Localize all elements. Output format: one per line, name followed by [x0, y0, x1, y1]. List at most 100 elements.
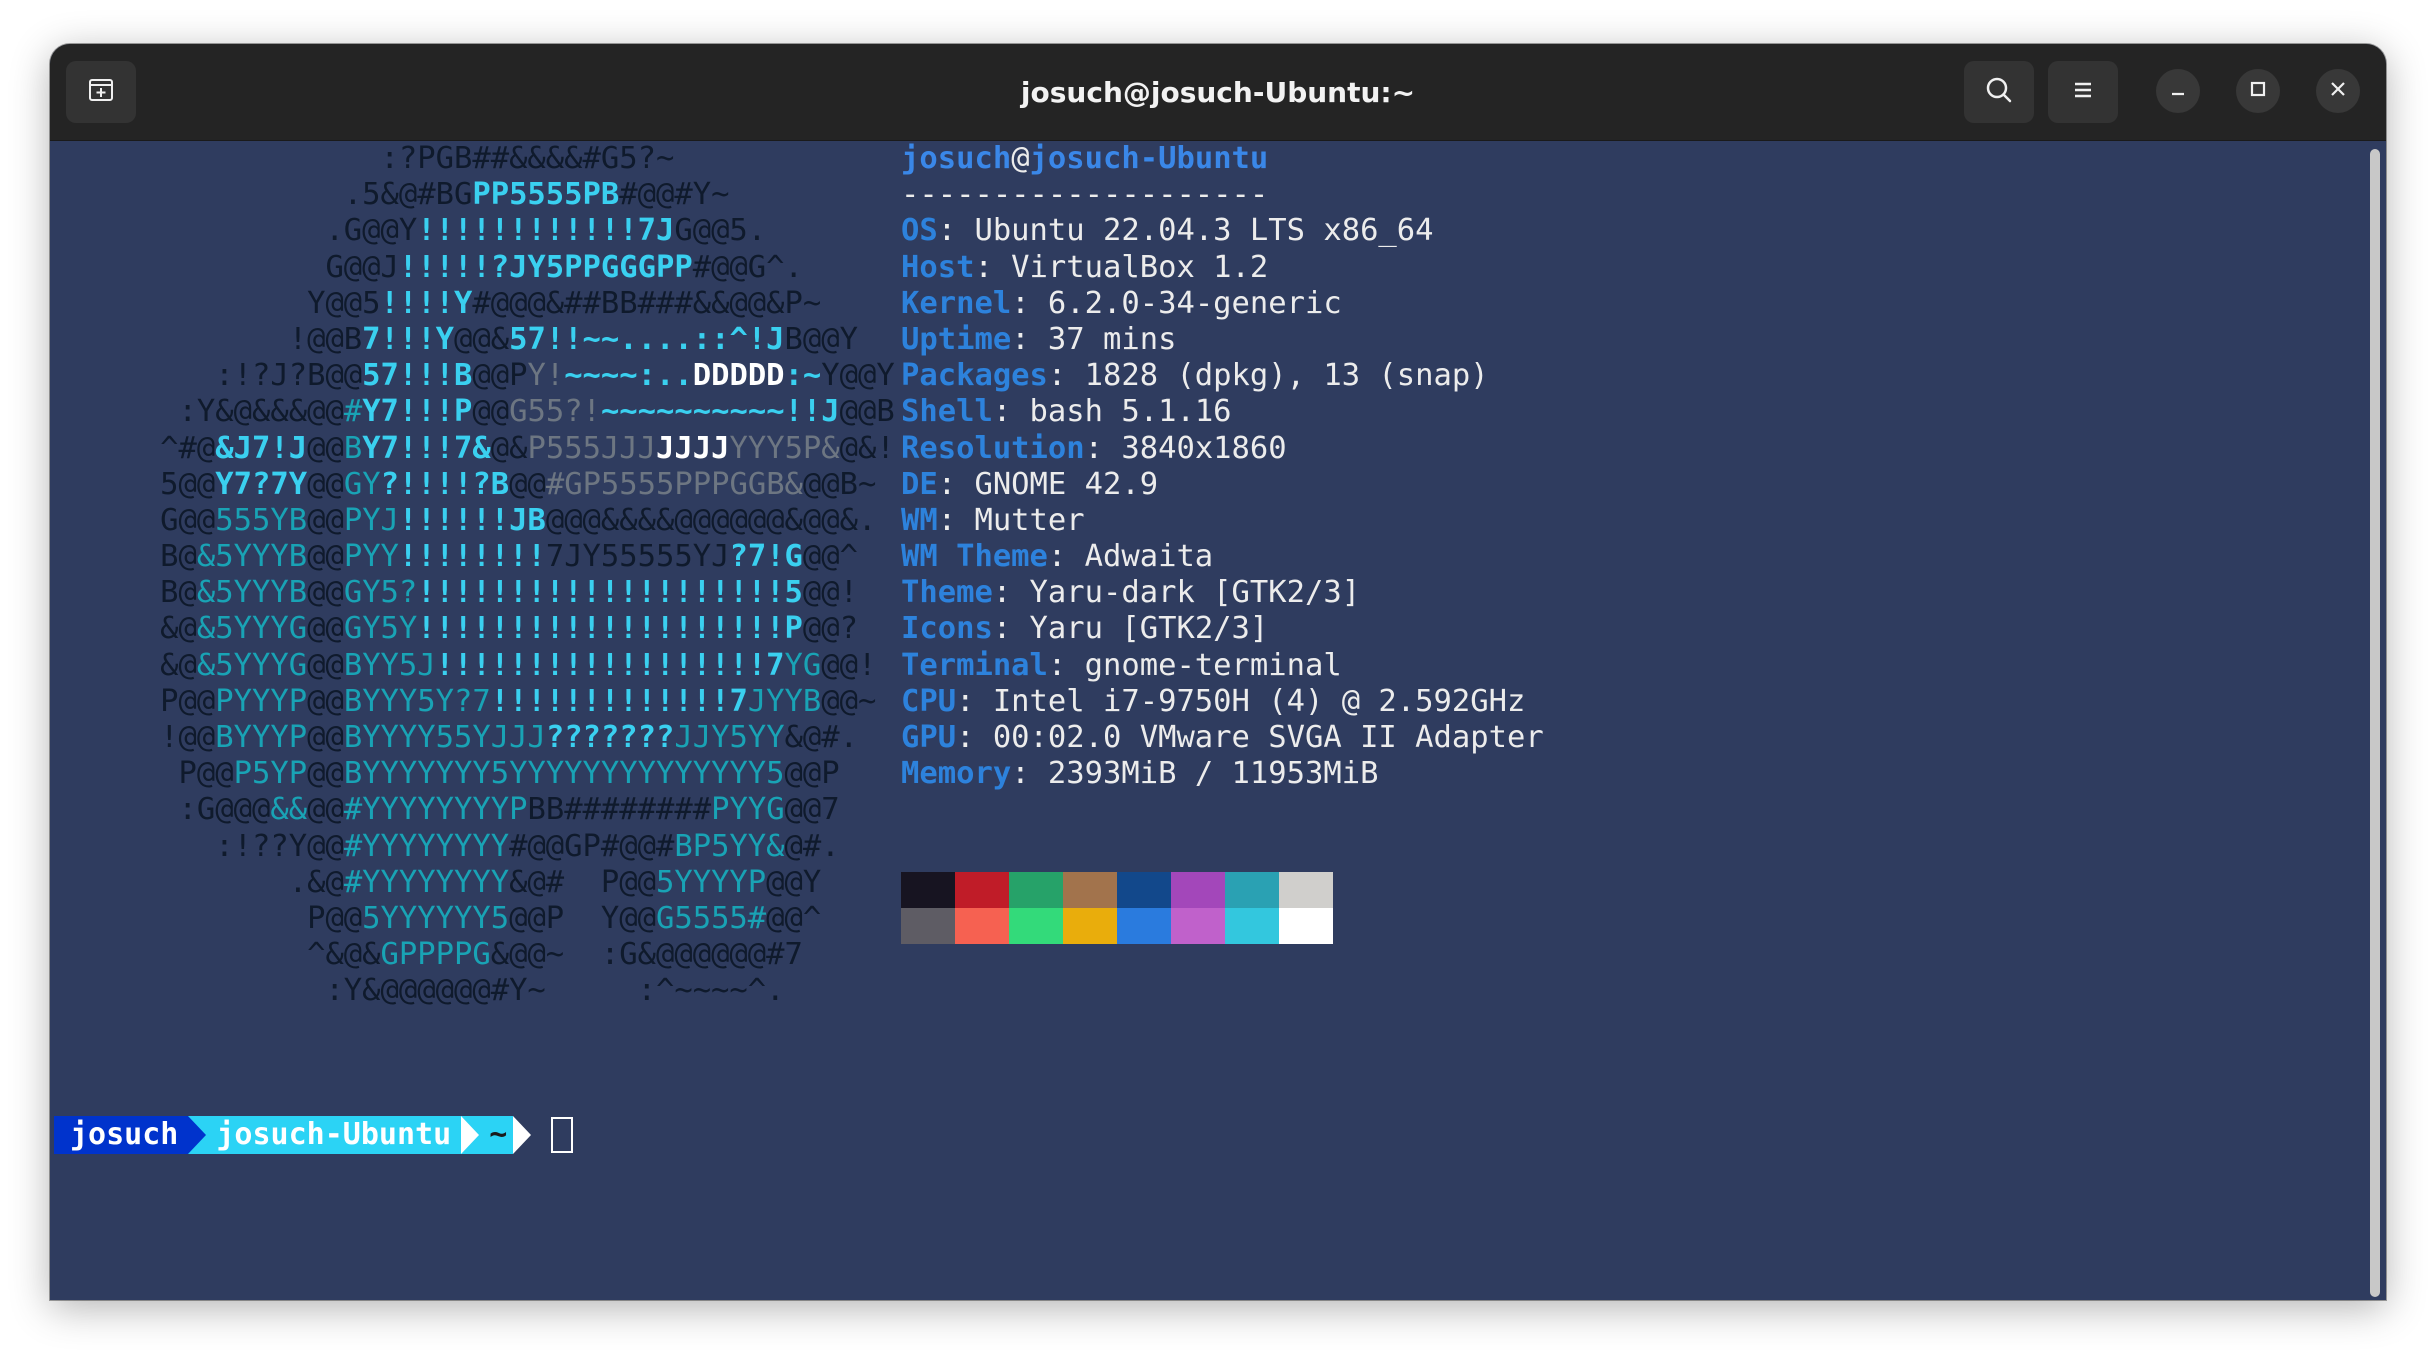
ascii-art-segment: G55?!	[509, 394, 601, 430]
info-user: josuch	[901, 141, 1012, 176]
ascii-art-segment: @@7	[784, 792, 840, 828]
terminal-window: josuch@josuch-Ubuntu:~:?PGB##&&&&#G5?~ …	[50, 44, 2386, 1300]
ascii-art-segment: P@@	[50, 683, 216, 719]
ascii-art-line: :!??Y@@#YYYYYYYY#@@GP#@@#BP5YY&@#.	[50, 829, 895, 865]
ascii-art-line: !@@B7!!!Y@@&57!!~~....::^!JB@@Y	[50, 322, 895, 358]
ascii-art-line: :Y&@&&&@@#Y7!!!P@@G55?!~~~~~~~~~~!!J@@B	[50, 394, 895, 430]
ascii-art-segment: P555JJJ	[527, 430, 657, 466]
info-row: WM Theme: Adwaita	[901, 539, 1544, 575]
prompt-dir: ~	[479, 1116, 514, 1154]
ascii-art-segment: #GP5555PPPGGB&	[545, 466, 803, 502]
ascii-art-segment: ~~~~:..	[564, 358, 693, 394]
color-swatch	[1225, 908, 1279, 944]
info-value: : Intel i7-9750H (4) @ 2.592GHz	[956, 683, 1526, 719]
ascii-art-segment: &@#.	[784, 720, 859, 755]
info-key: DE	[901, 466, 938, 502]
scrollbar[interactable]	[2370, 149, 2380, 1297]
maximize-button[interactable]	[2236, 69, 2280, 113]
ascii-art-segment: :!??Y@@	[50, 828, 344, 864]
title-bar[interactable]: josuch@josuch-Ubuntu:~	[50, 44, 2386, 141]
info-value: : 00:02.0 VMware SVGA II Adapter	[956, 720, 1544, 755]
info-separator: --------------------	[901, 177, 1269, 213]
ascii-art-segment: B@	[50, 539, 197, 575]
info-value: : 6.2.0-34-generic	[1011, 285, 1342, 321]
info-row: Kernel: 6.2.0-34-generic	[901, 286, 1544, 322]
ascii-art-line: &@&5YYYG@@GY5Y!!!!!!!!!!!!!!!!!!!!P@@?	[50, 611, 895, 647]
info-row: CPU: Intel i7-9750H (4) @ 2.592GHz	[901, 684, 1544, 720]
ascii-art-line: G@@555YB@@PYJ!!!!!!JB@@@&&&&@@@@@@&@@&.	[50, 503, 895, 539]
ascii-art-segment: #@@G^.	[692, 249, 803, 285]
ascii-art-segment: G5555#	[655, 900, 767, 936]
ascii-art-segment: JJJJ	[656, 430, 730, 466]
ascii-art-segment: !!!!!!JB	[398, 502, 546, 538]
color-swatch	[1117, 872, 1171, 908]
color-palette	[901, 872, 1333, 944]
info-row: Host: VirtualBox 1.2	[901, 250, 1544, 286]
ascii-art-segment: @@	[307, 647, 344, 683]
info-value: : Ubuntu 22.04.3 LTS x86_64	[937, 213, 1434, 249]
ascii-art-segment: !!!!!!!!!!!!!!!!!!!!P	[417, 611, 803, 647]
ascii-art-segment: :?PGB##&&&&#G5?~	[50, 141, 675, 176]
prompt-separator-arrow	[461, 1116, 480, 1154]
info-row: WM: Mutter	[901, 503, 1544, 539]
ascii-art-segment: ???????	[545, 720, 675, 755]
search-button[interactable]	[1964, 61, 2034, 123]
ascii-art-segment: PYYYP	[215, 683, 308, 719]
ascii-art-segment: :Y&@@@@@@#Y~ :^~~~~^.	[50, 973, 785, 1009]
minimize-button[interactable]	[2156, 69, 2200, 113]
prompt-end-arrow	[513, 1116, 532, 1154]
ascii-art-segment: &J7!J	[215, 430, 308, 466]
ascii-art-segment: @@^	[766, 900, 822, 936]
info-key: Memory	[901, 756, 1012, 792]
ascii-art-segment: @@!	[821, 647, 877, 683]
ascii-art-segment: #	[343, 394, 363, 430]
ascii-art-segment: PYJ	[343, 502, 399, 538]
ascii-art-segment: GPPPPG	[380, 937, 491, 973]
ascii-art-line: 5@@Y7?7Y@@GY?!!!!?B@@#GP5555PPPGGB&@@B~	[50, 467, 895, 503]
info-row: Terminal: gnome-terminal	[901, 648, 1544, 684]
info-value: : gnome-terminal	[1047, 647, 1342, 683]
ascii-art-segment: ^&@&	[50, 937, 381, 973]
info-value: : 1828 (dpkg), 13 (snap)	[1047, 358, 1489, 394]
ascii-art-segment: B@@Y	[784, 321, 858, 357]
ascii-art-segment: BP5YY&	[674, 828, 785, 864]
ascii-art-segment: BYYY5Y?7	[343, 683, 491, 719]
ascii-art-segment: @@~	[821, 683, 877, 719]
ascii-art-segment: &5YYYB	[196, 575, 308, 611]
ascii-art-segment: ^#@	[50, 430, 216, 466]
terminal-area[interactable]: :?PGB##&&&&#G5?~ .5&@#BGPP5555PB#@@#Y~ .…	[50, 141, 2386, 1300]
ascii-art-segment: @@	[307, 611, 344, 647]
menu-button[interactable]	[2048, 61, 2118, 123]
color-swatch	[955, 872, 1009, 908]
ascii-art-line: G@@J!!!!!?JY5PPGGGPP#@@G^.	[50, 250, 895, 286]
close-button[interactable]	[2316, 69, 2360, 113]
maximize-icon	[2248, 79, 2268, 103]
ascii-art-segment: JJY5YY	[674, 720, 785, 755]
prompt-separator-arrow	[188, 1116, 207, 1154]
info-value: : GNOME 42.9	[937, 466, 1159, 502]
color-swatch	[1063, 908, 1117, 944]
info-key: Resolution	[901, 430, 1085, 466]
info-key: Packages	[901, 358, 1048, 394]
info-key: Uptime	[901, 321, 1012, 357]
ascii-art-segment: Y7?7Y	[215, 466, 308, 502]
ubuntu-ascii-logo: :?PGB##&&&&#G5?~ .5&@#BGPP5555PB#@@#Y~ .…	[50, 141, 895, 1010]
ascii-art-segment: !!!!!!!!!!!!!!!!!!7	[435, 647, 785, 683]
color-swatch	[955, 908, 1009, 944]
new-tab-button[interactable]	[66, 61, 136, 123]
ascii-art-segment: 5YYYYYY5	[362, 900, 510, 936]
ascii-art-segment: &&	[270, 792, 308, 828]
info-key: Icons	[901, 611, 993, 647]
ascii-art-segment: BYY5J	[343, 647, 436, 683]
ascii-art-segment: #YYYYYYYY	[343, 864, 510, 900]
ascii-art-line: &@&5YYYG@@BYY5J!!!!!!!!!!!!!!!!!!7YG@@!	[50, 648, 895, 684]
ascii-art-segment: 57!!~~....::^!J	[509, 321, 785, 357]
ascii-art-line: .G@@Y!!!!!!!!!!!!7JG@@5.	[50, 213, 895, 249]
ascii-art-segment: @@	[307, 430, 344, 466]
ascii-art-segment: :!?J?B@@	[50, 358, 363, 394]
color-swatch	[1009, 872, 1063, 908]
info-key: Kernel	[901, 285, 1012, 321]
color-swatch	[901, 872, 955, 908]
ascii-art-segment: @@	[509, 466, 546, 502]
info-key: GPU	[901, 720, 957, 755]
